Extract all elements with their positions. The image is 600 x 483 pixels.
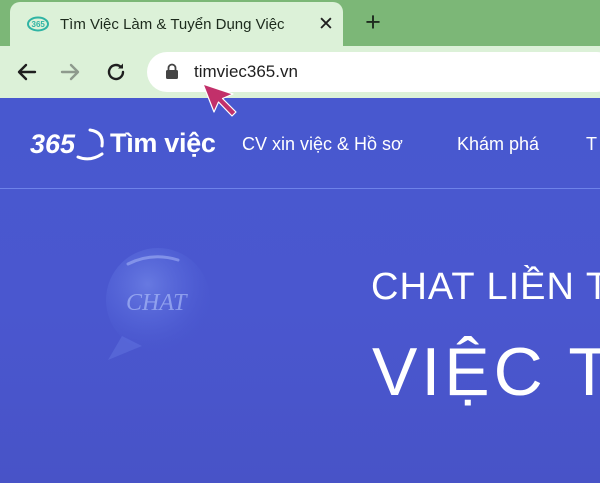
mouse-cursor-icon	[202, 83, 237, 117]
site-header: 365 Tìm việc CV xin việc & Hồ sơ Khám ph…	[0, 98, 600, 189]
hero-headline: CHAT LIỀN TA	[371, 266, 600, 308]
svg-text:365: 365	[32, 20, 46, 29]
chat-bubble-label: CHAT	[126, 290, 187, 316]
timviec365-favicon-icon: 365	[27, 16, 49, 32]
browser-toolbar: timviec365.vn	[0, 46, 600, 98]
page-content: 365 Tìm việc CV xin việc & Hồ sơ Khám ph…	[0, 98, 600, 483]
menu-item-explore[interactable]: Khám phá	[457, 132, 539, 156]
logo-365-mark: 365	[30, 128, 104, 161]
site-logo[interactable]: 365 Tìm việc	[28, 124, 228, 164]
menu-item-cv[interactable]: CV xin việc & Hồ sơ	[242, 132, 403, 156]
menu-item-more[interactable]: T	[586, 132, 597, 156]
close-tab-icon[interactable]: ✕	[316, 15, 336, 35]
forward-arrow-icon[interactable]	[58, 60, 82, 84]
lock-icon[interactable]	[165, 63, 179, 80]
new-tab-button[interactable]: +	[361, 9, 385, 36]
logo-number: 365	[30, 129, 76, 159]
reload-icon[interactable]	[104, 60, 128, 84]
url-text[interactable]: timviec365.vn	[194, 62, 298, 82]
back-arrow-icon[interactable]	[15, 60, 39, 84]
browser-tab[interactable]: 365 Tìm Việc Làm & Tuyển Dụng Việc ✕	[10, 2, 343, 46]
logo-text: Tìm việc	[110, 128, 216, 158]
tab-title: Tìm Việc Làm & Tuyển Dụng Việc	[60, 16, 285, 33]
hero-subheadline: VIỆC TỐ	[372, 334, 600, 410]
tab-strip: 365 Tìm Việc Làm & Tuyển Dụng Việc ✕ +	[0, 0, 600, 46]
